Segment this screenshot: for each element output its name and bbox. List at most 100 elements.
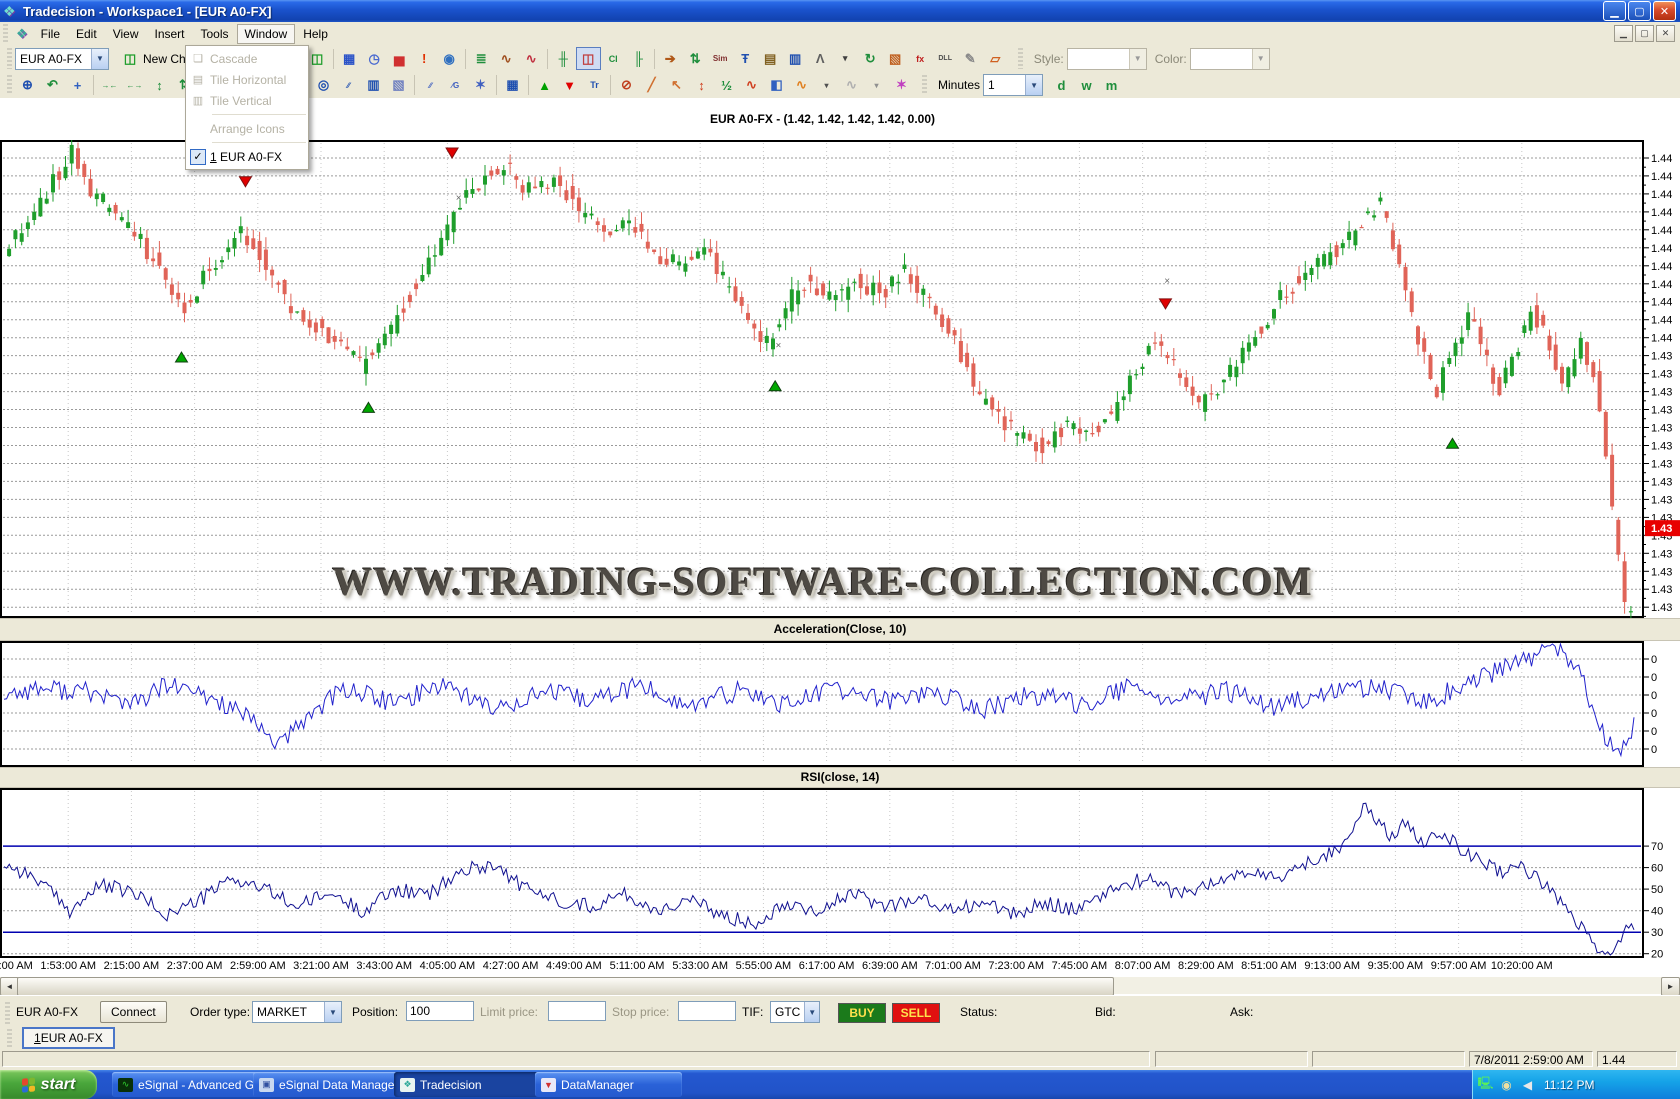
network-icon[interactable]: 🖳 bbox=[1477, 1076, 1494, 1093]
wave-icon[interactable]: ∿ bbox=[789, 74, 814, 97]
menu-item-insert[interactable]: Insert bbox=[146, 24, 192, 44]
dropdown-arrow-icon[interactable]: ▾ bbox=[833, 47, 858, 70]
fib-grid-icon[interactable]: ▥ bbox=[361, 74, 386, 97]
chevron-down-icon[interactable]: ▼ bbox=[1025, 75, 1043, 95]
scrollbar-thumb[interactable] bbox=[17, 977, 1114, 996]
menu-item-cascade[interactable]: ❏ Cascade bbox=[186, 48, 308, 69]
pattern-icon[interactable]: ◧ bbox=[764, 74, 789, 97]
parallel-lines-icon[interactable]: ∕∕ bbox=[418, 74, 443, 97]
quote-board-icon[interactable]: ▦ bbox=[337, 47, 362, 70]
menubar-grip[interactable] bbox=[3, 24, 8, 43]
position-input[interactable] bbox=[406, 1001, 474, 1021]
chevron-down-icon[interactable]: ▼ bbox=[1251, 48, 1269, 69]
refresh-data-icon[interactable]: ↻ bbox=[858, 47, 883, 70]
daily-icon[interactable]: d bbox=[1049, 74, 1074, 97]
pin-bars-icon[interactable]: Ŧ bbox=[733, 47, 758, 70]
sell-marker-icon[interactable]: ▼ bbox=[557, 74, 582, 97]
color-combo[interactable]: ▼ bbox=[1189, 47, 1270, 70]
tab-bar-grip[interactable] bbox=[7, 1029, 12, 1049]
restore-button[interactable]: ▢ bbox=[1628, 1, 1651, 21]
horizontal-scrollbar[interactable]: ◄ ► bbox=[0, 977, 1680, 996]
sell-button[interactable]: SELL bbox=[892, 1003, 940, 1023]
menu-item-view[interactable]: View bbox=[105, 24, 147, 44]
select-area-icon[interactable]: ▱ bbox=[983, 47, 1008, 70]
style-close-icon[interactable]: Cl bbox=[601, 47, 626, 70]
start-button[interactable]: start bbox=[0, 1070, 97, 1099]
gann-fan-icon[interactable]: ∕G bbox=[443, 74, 468, 97]
pointer-tool-icon[interactable]: ↖ bbox=[664, 74, 689, 97]
narrow-bars-icon[interactable]: →← bbox=[97, 74, 122, 97]
flash-tool-icon[interactable]: ✶ bbox=[889, 74, 914, 97]
minutes-combo[interactable]: 1 ▼ bbox=[983, 74, 1044, 96]
tif-combo[interactable]: GTC ▼ bbox=[770, 1001, 820, 1023]
widen-bars-icon[interactable]: ←→ bbox=[122, 74, 147, 97]
menu-item-tile-vertical[interactable]: ▥ Tile Vertical bbox=[186, 90, 308, 111]
chevron-down-icon[interactable]: ▼ bbox=[804, 1002, 819, 1022]
task-tradecision[interactable]: ❖ Tradecision bbox=[394, 1072, 541, 1097]
mdi-restore-button[interactable]: ▢ bbox=[1635, 25, 1654, 42]
acceleration-pane[interactable]: 0 0 0 0 0 0 bbox=[0, 641, 1680, 767]
dll-icon[interactable]: DLL bbox=[933, 47, 958, 70]
angle-tool-icon[interactable]: Λ bbox=[808, 47, 833, 70]
close-button[interactable]: ✕ bbox=[1653, 1, 1676, 21]
buy-marker-icon[interactable]: ▲ bbox=[532, 74, 557, 97]
limit-price-input[interactable] bbox=[548, 1001, 606, 1021]
buy-button[interactable]: BUY bbox=[838, 1003, 886, 1023]
scan-up-icon[interactable]: ∿ bbox=[494, 47, 519, 70]
text-label-icon[interactable]: Tr bbox=[582, 74, 607, 97]
style-combo[interactable]: ▼ bbox=[1066, 47, 1147, 70]
connect-button[interactable]: Connect bbox=[100, 1001, 167, 1023]
scroll-right-icon[interactable]: ► bbox=[1661, 977, 1680, 996]
menu-item-tile-horizontal[interactable]: ▤ Tile Horizontal bbox=[186, 69, 308, 90]
alert-icon[interactable]: ! bbox=[412, 47, 437, 70]
zoom-back-icon[interactable]: ↶ bbox=[40, 74, 65, 97]
toolbar1-grip[interactable] bbox=[7, 47, 12, 70]
world-market-icon[interactable]: ◉ bbox=[437, 47, 462, 70]
scan-down-icon[interactable]: ∿ bbox=[519, 47, 544, 70]
menu-item-edit[interactable]: Edit bbox=[68, 24, 105, 44]
tab-eur-a0-fx[interactable]: 1 EUR A0-FX bbox=[22, 1027, 115, 1049]
mdi-minimize-button[interactable]: ▁ bbox=[1614, 25, 1633, 42]
stop-price-input[interactable] bbox=[678, 1001, 736, 1021]
order-ticket-icon[interactable]: ➔ bbox=[658, 47, 683, 70]
acceleration-chart[interactable]: 0 0 0 0 0 0 bbox=[0, 641, 1680, 767]
star-angles-icon[interactable]: ✶ bbox=[468, 74, 493, 97]
order-type-combo[interactable]: MARKET ▼ bbox=[252, 1001, 342, 1023]
task-esignal-data-manager[interactable]: ▣ eSignal Data Manager bbox=[253, 1072, 400, 1097]
no-draw-icon[interactable]: ⊘ bbox=[614, 74, 639, 97]
chevron-down-icon[interactable]: ▼ bbox=[1128, 48, 1146, 69]
candlestick-chart[interactable]: 1.44 1.44 1.44 1.44 1.44 1.44 1.44 1.44 1.44 1.44… bbox=[0, 140, 1680, 618]
stretch-scale-icon[interactable]: ↕ bbox=[147, 74, 172, 97]
volume-icon[interactable]: ◀ bbox=[1519, 1077, 1536, 1093]
zoom-in-icon[interactable]: ⊕ bbox=[15, 74, 40, 97]
rsi-pane[interactable]: 70 60 50 40 30 20 bbox=[0, 788, 1680, 958]
datafeed-monitor-icon[interactable]: ◉ bbox=[1498, 1077, 1515, 1093]
grid-icon[interactable]: ▦ bbox=[500, 74, 525, 97]
simulation-icon[interactable]: Sim bbox=[708, 47, 733, 70]
menu-item-help[interactable]: Help bbox=[295, 24, 336, 44]
task-datamanager[interactable]: ▼ DataManager bbox=[535, 1072, 682, 1097]
weekly-icon[interactable]: w bbox=[1074, 74, 1099, 97]
symbol-combo[interactable]: EUR A0-FX ▼ bbox=[15, 47, 109, 70]
auto-wave-icon[interactable]: ∿ bbox=[839, 74, 864, 97]
style-hlc-icon[interactable]: ╟ bbox=[626, 47, 651, 70]
fib-zone-icon[interactable]: ▧ bbox=[386, 74, 411, 97]
orders-updown-icon[interactable]: ⇅ bbox=[683, 47, 708, 70]
price-pane[interactable]: 1.44 1.44 1.44 1.44 1.44 1.44 1.44 1.44 1.44 1.44… bbox=[0, 140, 1680, 618]
fx-icon[interactable]: fx bbox=[908, 47, 933, 70]
fib-circle-icon[interactable]: ◎ bbox=[311, 74, 336, 97]
chevron-down-icon[interactable]: ▼ bbox=[324, 1002, 341, 1022]
time-sales-icon[interactable]: ◷ bbox=[362, 47, 387, 70]
position-manager-icon[interactable]: ▥ bbox=[783, 47, 808, 70]
zigzag-icon[interactable]: ∿ bbox=[739, 74, 764, 97]
brush-icon[interactable]: ✎ bbox=[958, 47, 983, 70]
task-esignal-advanced-g[interactable]: ∿ eSignal - Advanced G... bbox=[112, 1072, 259, 1097]
trading-bar-grip[interactable] bbox=[5, 1002, 10, 1026]
menu-item-file[interactable]: File bbox=[33, 24, 68, 44]
minimize-button[interactable]: ▁ bbox=[1603, 1, 1626, 21]
mdi-close-button[interactable]: ✕ bbox=[1656, 25, 1675, 42]
wave-arrow-icon[interactable]: ▾ bbox=[814, 74, 839, 97]
menu-item-window-1[interactable]: ✓ 1 EUR A0-FX bbox=[186, 146, 308, 167]
menu-item-arrange-icons[interactable]: Arrange Icons bbox=[186, 118, 308, 139]
style-bars-icon[interactable]: ╫ bbox=[551, 47, 576, 70]
